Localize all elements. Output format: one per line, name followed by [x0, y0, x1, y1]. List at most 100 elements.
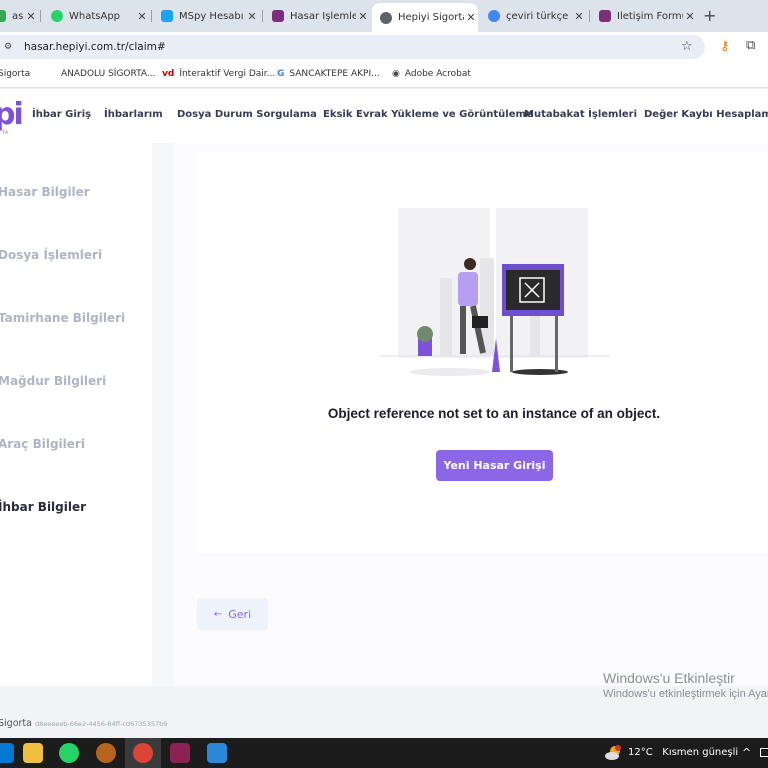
- close-icon[interactable]: ✕: [135, 10, 149, 23]
- bookmark-sancaktepe[interactable]: G SANCAKTEPE AKPI...: [277, 69, 380, 79]
- close-icon[interactable]: ✕: [683, 10, 697, 23]
- tab-separator: [40, 10, 41, 22]
- step-hasar-bilgiler[interactable]: Hasar Bilgiler: [0, 185, 90, 199]
- chevron-up-icon[interactable]: ^: [742, 746, 751, 759]
- close-icon[interactable]: ✕: [464, 11, 478, 24]
- nav-ihbar-giris[interactable]: İhbar Giriş: [32, 109, 91, 120]
- tab-label: çeviri türkçe: [506, 10, 569, 22]
- globe-icon: ◉: [392, 69, 400, 79]
- sign-base: [512, 369, 568, 375]
- step-arac-bilgileri[interactable]: Araç Bilgileri: [0, 437, 85, 451]
- claim-steps-sidebar: Hasar Bilgiler Dosya İşlemleri Tamirhane…: [0, 143, 152, 686]
- tab-whatsapp[interactable]: WhatsApp ✕: [43, 4, 149, 28]
- tab-label: Hasar İşlemleri: [290, 10, 356, 22]
- watermark-title: Windows'u Etkinleştir: [603, 670, 735, 686]
- hepiyi-logo[interactable]: pi: [0, 97, 24, 132]
- winrar-icon[interactable]: [170, 743, 190, 763]
- tab-hepiyi-sigorta[interactable]: Hepiyi Sigorta ✕: [372, 3, 478, 32]
- hepiyi-icon: [272, 10, 284, 22]
- build-id: d8eeeeeb-66e2-4456-84ff-cd6735357b9: [35, 720, 168, 728]
- tab-label: MSpy Hesabı: [179, 10, 244, 22]
- omnibox[interactable]: ⚙ hasar.hepiyi.com.tr/claim#: [0, 35, 705, 59]
- nav-deger-kaybi[interactable]: Değer Kaybı Hesaplama: [644, 109, 768, 120]
- back-button[interactable]: ← Geri: [197, 598, 268, 630]
- tab-label: İletişim Formu: [617, 10, 683, 22]
- watermark-subtitle: Windows'u etkinleştirmek için Ayarl: [603, 688, 768, 700]
- bookmark-sigorta[interactable]: Sigorta: [0, 69, 30, 79]
- weather-icon[interactable]: [604, 744, 622, 762]
- tab-ceviri[interactable]: çeviri türkçe ✕: [480, 4, 586, 28]
- ground-shadow: [410, 368, 490, 376]
- tab-separator: [151, 10, 152, 22]
- whatsapp-icon: [51, 10, 63, 22]
- browser-tab-strip: asu ✕ WhatsApp ✕ MSpy Hesabı ✕ Hasar İşl…: [0, 0, 768, 32]
- sheet-icon: [0, 10, 6, 22]
- bookmark-adobe[interactable]: ◉ Adobe Acrobat: [392, 69, 471, 79]
- temperature: 12°C: [628, 747, 653, 758]
- start-icon[interactable]: [0, 743, 14, 763]
- tab-separator: [262, 10, 263, 22]
- sign-post: [555, 308, 558, 372]
- vd-icon: vd: [162, 69, 175, 79]
- error-illustration: [380, 208, 610, 376]
- bookmark-vergi[interactable]: vd İnteraktif Vergi Dair...: [162, 69, 275, 79]
- extensions-puzzle-icon[interactable]: ⧉: [746, 38, 755, 53]
- bookmark-label: Adobe Acrobat: [404, 69, 471, 79]
- person-leg: [460, 306, 466, 354]
- building-shape: [440, 278, 452, 356]
- tab-mspy[interactable]: MSpy Hesabı ✕: [153, 4, 259, 28]
- step-ihbar-bilgiler[interactable]: İhbar Bilgiler: [0, 500, 86, 514]
- globe-icon: [380, 11, 392, 24]
- step-tamirhane-bilgileri[interactable]: Tamirhane Bilgileri: [0, 311, 125, 325]
- photos-icon[interactable]: [207, 743, 227, 763]
- nav-eksik-evrak[interactable]: Eksik Evrak Yükleme ve Görüntüleme: [323, 109, 533, 120]
- nav-dosya-durum[interactable]: Dosya Durum Sorgulama: [177, 109, 317, 120]
- footer-brand: Sigorta: [0, 718, 32, 729]
- tab-hasar-islemleri[interactable]: Hasar İşlemleri ✕: [264, 4, 370, 28]
- weather-text: 12°C Kısmen güneşli: [628, 747, 738, 758]
- close-icon[interactable]: ✕: [356, 10, 370, 23]
- plant-leaves: [417, 326, 433, 342]
- bookmark-label: Sigorta: [0, 69, 31, 79]
- tab-sheet[interactable]: asu ✕: [0, 4, 38, 28]
- hepiyi-icon: [599, 10, 611, 22]
- mspy-icon: [161, 10, 173, 22]
- close-icon[interactable]: ✕: [572, 10, 586, 23]
- google-icon: G: [277, 69, 285, 79]
- bookmark-star-icon[interactable]: ☆: [681, 39, 693, 54]
- whatsapp-icon[interactable]: [59, 743, 79, 763]
- close-icon[interactable]: ✕: [245, 10, 259, 23]
- google-icon: [488, 10, 500, 22]
- person-head: [464, 258, 476, 270]
- site-header: pi TA İhbar Giriş İhbarlarım Dosya Durum…: [0, 89, 768, 143]
- chrome-icon[interactable]: [133, 743, 153, 763]
- tab-label: Hepiyi Sigorta: [398, 12, 464, 23]
- bookmark-label: SANCAKTEPE AKPI...: [289, 69, 380, 79]
- weather-condition: Kısmen güneşli: [662, 747, 739, 758]
- sign-post: [510, 308, 513, 372]
- nav-ihbarlarim[interactable]: İhbarlarım: [104, 109, 163, 120]
- app-t-icon[interactable]: [96, 743, 116, 763]
- nav-mutabakat[interactable]: Mutabakat İşlemleri: [524, 109, 637, 120]
- bookmark-anadolu[interactable]: ANADOLU SİGORTA...: [61, 69, 155, 79]
- new-claim-button[interactable]: Yeni Hasar Girişi: [436, 450, 553, 481]
- bookmark-label: ANADOLU SİGORTA...: [61, 69, 156, 79]
- arrow-left-icon: ←: [213, 608, 223, 620]
- new-tab-button[interactable]: +: [703, 6, 716, 25]
- url-text[interactable]: hasar.hepiyi.com.tr/claim#: [24, 41, 166, 53]
- error-message: Object reference not set to an instance …: [327, 406, 661, 421]
- file-explorer-icon[interactable]: [23, 743, 43, 763]
- step-magdur-bilgileri[interactable]: Mağdur Bilgileri: [0, 374, 106, 388]
- monitor-icon[interactable]: [760, 748, 768, 757]
- tab-separator: [589, 10, 590, 22]
- person-body: [458, 272, 478, 306]
- close-icon[interactable]: ✕: [24, 10, 38, 23]
- tab-label: asu: [12, 10, 24, 22]
- tab-label: WhatsApp: [69, 10, 121, 22]
- step-dosya-islemleri[interactable]: Dosya İşlemleri: [0, 248, 102, 262]
- bookmarks-bar: Sigorta ANADOLU SİGORTA... vd İnteraktif…: [0, 62, 768, 88]
- tab-iletisim[interactable]: İletişim Formu ✕: [591, 4, 697, 28]
- address-bar-row: ⚙ hasar.hepiyi.com.tr/claim# ☆ ⚷ ⧉: [0, 32, 768, 62]
- site-settings-icon[interactable]: ⚙: [4, 42, 14, 52]
- extension-key-icon[interactable]: ⚷: [720, 39, 730, 54]
